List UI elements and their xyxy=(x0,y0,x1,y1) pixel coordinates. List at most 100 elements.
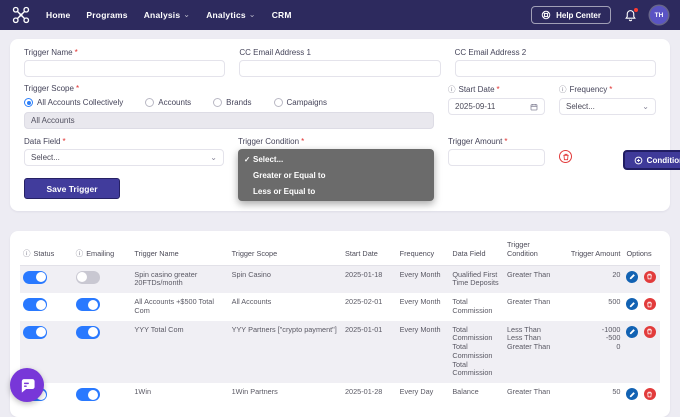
cell-trigger-name: YYY Total Com xyxy=(134,324,184,334)
edit-icon[interactable] xyxy=(626,388,639,400)
edit-icon[interactable] xyxy=(626,270,639,283)
save-trigger-button[interactable]: Save Trigger xyxy=(24,178,120,199)
trigger-amount-input[interactable] xyxy=(448,149,545,166)
cell-options xyxy=(623,383,660,409)
add-condition-button[interactable]: Condition xyxy=(622,150,680,170)
chat-widget-button[interactable] xyxy=(10,368,44,402)
start-date-field-group: ⓘ Start Date * 2025-09-11 xyxy=(448,84,545,129)
cell-trigger-name: All Accounts +$500 Total Com xyxy=(134,297,214,315)
cell-options xyxy=(623,293,660,321)
cc-email-2-input[interactable] xyxy=(454,60,656,77)
trigger-scope-label: Trigger Scope * xyxy=(24,84,80,93)
table-header-row: ⓘ Status ⓘ Emailing Trigger Name Trigger Sc… xyxy=(20,235,660,266)
notification-badge xyxy=(633,7,638,12)
cell-trigger-condition: Less Than Less Than Greater Than xyxy=(506,324,551,351)
frequency-select[interactable]: Select... ⌄ xyxy=(559,98,656,115)
cell-start-date: 2025-01-18 xyxy=(344,269,383,279)
drone-logo-icon[interactable] xyxy=(12,6,30,24)
cell-trigger-scope: Spin Casino xyxy=(231,269,271,279)
cell-start-date: 2025-01-01 xyxy=(344,324,383,334)
emailing-toggle-cell xyxy=(73,383,132,409)
nav-item-programs[interactable]: Programs xyxy=(86,10,127,20)
chevron-down-icon: ⌄ xyxy=(183,10,191,19)
delete-icon[interactable] xyxy=(643,270,656,283)
cell-data-field: Qualified First Time Deposits xyxy=(452,269,499,288)
cc-email-1-input[interactable] xyxy=(239,60,441,77)
emailing-toggle-cell xyxy=(73,265,132,293)
cell-start-date: 2025-02-01 xyxy=(344,297,383,306)
trigger-scope-group: Trigger Scope * All Accounts Collectively… xyxy=(24,84,434,129)
radio-brands[interactable]: Brands xyxy=(213,98,252,107)
cell-frequency: Every Month xyxy=(399,297,441,306)
edit-icon[interactable] xyxy=(626,298,639,310)
chevron-down-icon: ⌄ xyxy=(642,101,649,111)
status-toggle[interactable] xyxy=(23,270,47,284)
cell-frequency: Every Day xyxy=(399,387,434,396)
triggers-table: ⓘ Status ⓘ Emailing Trigger Name Trigger Sc… xyxy=(20,235,660,409)
delete-icon[interactable] xyxy=(643,388,656,400)
delete-condition-icon[interactable] xyxy=(559,150,572,163)
nav-item-analytics[interactable]: Analytics ⌄ xyxy=(206,10,256,20)
dropdown-option[interactable]: Greater or Equal to xyxy=(238,167,434,183)
start-date-input[interactable]: 2025-09-11 xyxy=(448,98,545,115)
nav-item-home[interactable]: Home xyxy=(46,10,70,20)
cell-trigger-name: Spin casino greater 20FTDs/month xyxy=(134,269,198,288)
life-buoy-icon xyxy=(541,10,551,20)
chevron-down-icon: ⌄ xyxy=(210,152,217,162)
trigger-name-label: Trigger Name * xyxy=(24,48,78,57)
edit-icon[interactable] xyxy=(626,325,639,338)
trigger-condition-dropdown: ✓ Select... Greater or Equal to Less or Equ… xyxy=(238,149,434,201)
table-row: All Accounts +$500 Total Com All Accounts… xyxy=(20,293,660,321)
table-row: YYY Total Com YYY Partners ["crypto payme… xyxy=(20,320,660,383)
cell-data-field: Balance xyxy=(452,387,479,396)
column-header-status: ⓘ Status xyxy=(20,235,73,266)
cell-trigger-amount: 20 xyxy=(612,269,621,279)
chat-bubble-icon xyxy=(19,377,36,394)
data-field-select[interactable]: Select... ⌄ xyxy=(24,149,224,166)
radio-campaigns[interactable]: Campaigns xyxy=(273,98,327,107)
nav-item-analysis[interactable]: Analysis ⌄ xyxy=(144,10,190,20)
dropdown-option[interactable]: ✓ Select... xyxy=(238,151,434,167)
cell-trigger-scope: All Accounts xyxy=(231,297,272,306)
cell-data-field: Total Commission Total Commission Total Co… xyxy=(452,324,493,378)
nav-item-crm[interactable]: CRM xyxy=(272,10,292,20)
status-toggle[interactable] xyxy=(23,298,47,311)
nav-right: Help Center TH xyxy=(531,6,668,24)
cc-email-1-label: CC Email Address 1 xyxy=(239,48,311,57)
checkmark-icon: ✓ xyxy=(244,154,251,164)
help-center-button[interactable]: Help Center xyxy=(531,6,611,24)
avatar[interactable]: TH xyxy=(650,6,668,24)
cell-start-date: 2025-01-28 xyxy=(344,387,383,396)
info-icon: ⓘ xyxy=(448,85,456,94)
calendar-icon xyxy=(530,103,538,111)
radio-accounts[interactable]: Accounts xyxy=(145,98,191,107)
dropdown-option[interactable]: Less or Equal to xyxy=(238,183,434,199)
trigger-scope-value-input[interactable]: All Accounts xyxy=(24,112,434,129)
required-mark: * xyxy=(75,84,80,93)
emailing-toggle[interactable] xyxy=(75,325,100,339)
emailing-toggle[interactable] xyxy=(75,270,100,284)
circle-plus-icon xyxy=(634,156,643,165)
emailing-toggle-cell xyxy=(73,293,132,321)
delete-icon[interactable] xyxy=(643,325,656,338)
cell-trigger-scope: YYY Partners ["crypto payment"] xyxy=(231,324,337,334)
cell-trigger-amount: 50 xyxy=(612,387,621,396)
emailing-toggle[interactable] xyxy=(75,298,100,311)
top-nav: Home Programs Analysis ⌄ Analytics ⌄ CRM Help … xyxy=(0,0,680,30)
trigger-condition-group: Trigger Condition * ✓ Select... Greater or … xyxy=(238,137,434,201)
required-mark: * xyxy=(496,85,500,94)
column-header-frequency: Frequency xyxy=(396,235,450,266)
delete-icon[interactable] xyxy=(643,298,656,310)
required-mark: * xyxy=(74,48,78,57)
cell-trigger-condition: Greater Than xyxy=(506,297,551,306)
status-toggle-cell xyxy=(20,293,73,321)
radio-all-accounts-collectively[interactable]: All Accounts Collectively xyxy=(24,98,123,107)
trigger-name-input[interactable] xyxy=(24,60,226,77)
notifications-bell-icon[interactable] xyxy=(624,7,638,22)
emailing-toggle[interactable] xyxy=(75,388,100,401)
nav-menu: Home Programs Analysis ⌄ Analytics ⌄ CRM xyxy=(46,10,292,20)
trigger-scope-radios: All Accounts Collectively Accounts Brands C… xyxy=(24,98,434,107)
status-toggle[interactable] xyxy=(23,325,47,339)
trigger-condition-label: Trigger Condition * xyxy=(238,137,305,146)
cc-email-1-field-group: CC Email Address 1 xyxy=(239,48,441,77)
